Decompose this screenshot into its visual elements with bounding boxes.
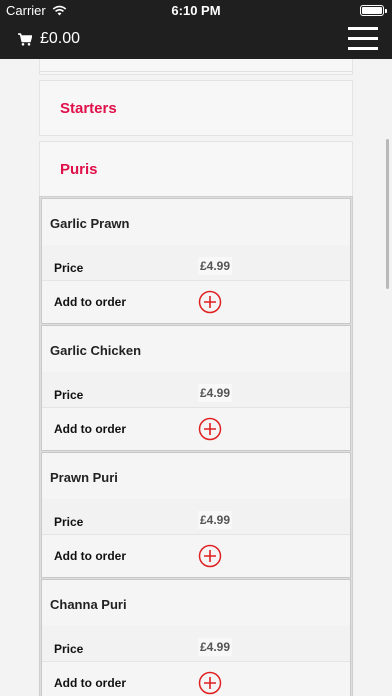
category-starters[interactable]: Starters: [39, 80, 353, 136]
cart-total: £0.00: [40, 30, 81, 47]
price-row: Price £4.99: [42, 372, 350, 407]
cart-icon: [18, 32, 32, 46]
status-bar: Carrier 6:10 PM: [0, 0, 392, 20]
price-value: £4.99: [198, 511, 233, 529]
menu-item: Prawn Puri Price £4.99 Add to order: [41, 452, 351, 578]
add-to-order-label: Add to order: [54, 422, 126, 436]
cart-button[interactable]: £0.00: [18, 30, 80, 48]
price-label: Price: [54, 388, 84, 402]
price-row: Price £4.99: [42, 245, 350, 280]
item-name: Garlic Chicken: [50, 343, 142, 358]
battery-icon: [360, 5, 387, 16]
add-to-order-plus-icon[interactable]: [198, 544, 222, 568]
add-to-order-row: Add to order: [42, 534, 350, 577]
price-label: Price: [54, 642, 84, 656]
add-to-order-plus-icon[interactable]: [198, 417, 222, 441]
price-row: Price £4.99: [42, 499, 350, 534]
add-to-order-plus-icon[interactable]: [198, 290, 222, 314]
item-name: Prawn Puri: [50, 470, 118, 485]
menu-item: Garlic Chicken Price £4.99 Add to order: [41, 325, 351, 451]
price-label: Price: [54, 515, 84, 529]
status-time: 6:10 PM: [171, 3, 221, 18]
top-nav-bar: £0.00: [0, 20, 392, 59]
add-to-order-row: Add to order: [42, 280, 350, 323]
price-label: Price: [54, 261, 84, 275]
price-value: £4.99: [198, 384, 233, 402]
category-puris[interactable]: Puris: [39, 141, 353, 197]
menu-item-list: Garlic Prawn Price £4.99 Add to order Ga…: [39, 196, 353, 696]
scrollbar-thumb[interactable]: [386, 139, 389, 289]
item-name: Garlic Prawn: [50, 216, 130, 231]
add-to-order-row: Add to order: [42, 407, 350, 450]
scrollbar[interactable]: [386, 139, 390, 289]
menu-content: Starters Puris Garlic Prawn Price £4.99 …: [0, 59, 392, 696]
price-row: Price £4.99: [42, 626, 350, 661]
menu-item: Garlic Prawn Price £4.99 Add to order: [41, 198, 351, 324]
price-value: £4.99: [198, 638, 233, 656]
price-value: £4.99: [198, 257, 233, 275]
add-to-order-label: Add to order: [54, 295, 126, 309]
add-to-order-row: Add to order: [42, 661, 350, 696]
hamburger-menu-icon[interactable]: [348, 26, 378, 51]
add-to-order-plus-icon[interactable]: [198, 671, 222, 695]
item-name: Channa Puri: [50, 597, 127, 612]
menu-item: Channa Puri Price £4.99 Add to order: [41, 579, 351, 696]
add-to-order-label: Add to order: [54, 549, 126, 563]
add-to-order-label: Add to order: [54, 676, 126, 690]
previous-category-panel: [39, 59, 353, 75]
